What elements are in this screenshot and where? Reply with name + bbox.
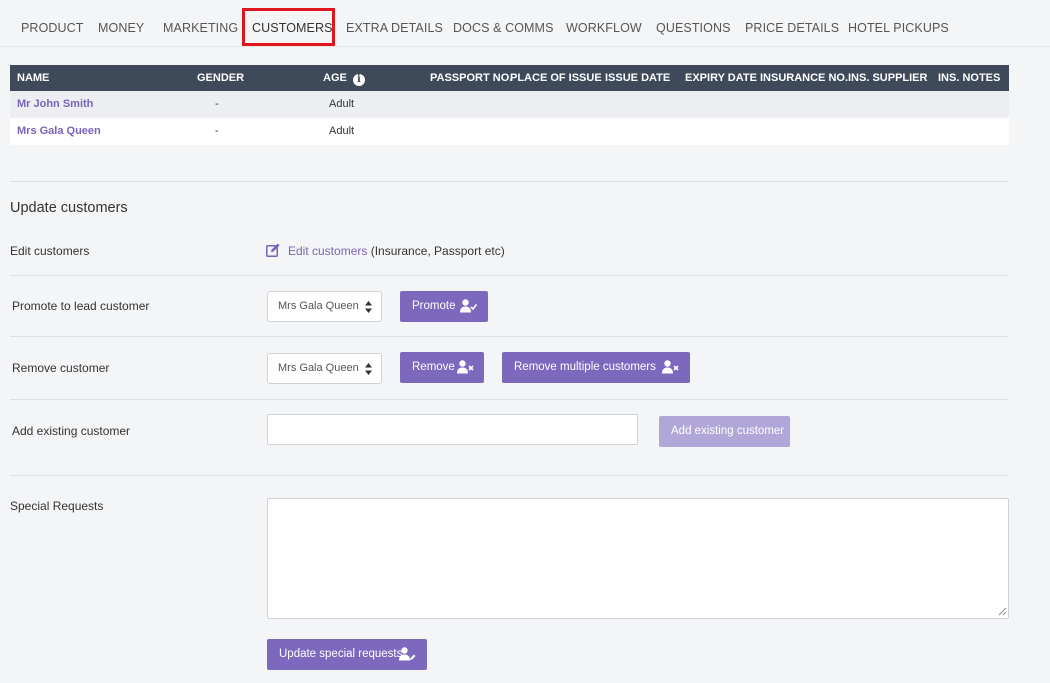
tab-extra-details[interactable]: EXTRA DETAILS	[346, 8, 443, 46]
header-age: AGE i	[323, 65, 365, 91]
add-existing-customer-label: Add existing customer	[12, 424, 131, 438]
table-row: Mrs Gala Queen - Adult	[10, 118, 1009, 145]
add-existing-customer-button[interactable]: Add existing customer	[659, 416, 790, 447]
edit-customers-row: Edit customers (Insurance, Passport etc)	[266, 243, 505, 258]
tab-product[interactable]: PRODUCT	[21, 8, 84, 46]
user-remove-icon	[662, 360, 679, 374]
table-row: Mr John Smith - Adult	[10, 91, 1009, 118]
remove-multiple-button-label: Remove multiple customers	[514, 361, 656, 373]
remove-button-label: Remove	[412, 361, 455, 373]
select-arrows-icon	[365, 363, 372, 375]
tab-workflow[interactable]: WORKFLOW	[566, 8, 642, 46]
tab-bar: PRODUCT MONEY MARKETING CUSTOMERS EXTRA …	[0, 0, 1050, 47]
special-requests-label: Special Requests	[10, 499, 104, 513]
promote-label: Promote to lead customer	[12, 299, 150, 313]
header-issue-date: ISSUE DATE	[605, 72, 671, 84]
remove-customer-select[interactable]: Mrs Gala Queen	[267, 353, 382, 384]
customers-table: NAME GENDER AGE i PASSPORT NO. PLACE OF I…	[10, 65, 1009, 145]
resize-grip-icon[interactable]	[997, 606, 1007, 616]
row-divider	[10, 475, 1009, 476]
header-expiry-date: EXPIRY DATE	[685, 72, 757, 84]
update-special-button-label: Update special requests	[279, 648, 403, 660]
promote-button-label: Promote	[412, 300, 456, 312]
tab-money[interactable]: MONEY	[98, 8, 144, 46]
promote-select-value: Mrs Gala Queen	[278, 300, 359, 312]
tab-hotel-pickups[interactable]: HOTEL PICKUPS	[848, 8, 949, 46]
edit-customers-note: (Insurance, Passport etc)	[367, 244, 505, 258]
tab-price-details[interactable]: PRICE DETAILS	[745, 8, 839, 46]
header-insurance-no: INSURANCE NO.	[760, 72, 849, 84]
customer-age: Adult	[329, 125, 355, 137]
info-icon[interactable]: i	[352, 74, 365, 86]
remove-customer-label: Remove customer	[12, 361, 110, 375]
section-divider	[10, 181, 1009, 182]
header-name: NAME	[17, 72, 50, 84]
update-customers-title: Update customers	[10, 200, 128, 216]
customer-gender: -	[215, 125, 219, 137]
header-ins-notes: INS. NOTES	[938, 72, 1001, 84]
row-divider	[10, 399, 1009, 400]
edit-customers-label: Edit customers	[10, 244, 90, 258]
customer-age: Adult	[329, 98, 355, 110]
header-gender: GENDER	[197, 72, 245, 84]
tab-marketing[interactable]: MARKETING	[163, 8, 238, 46]
customer-name-link[interactable]: Mr John Smith	[17, 91, 93, 118]
header-age-label: AGE	[323, 72, 347, 84]
remove-multiple-customers-button[interactable]: Remove multiple customers	[502, 352, 690, 383]
header-place-of-issue: PLACE OF ISSUE	[510, 72, 602, 84]
user-edit-icon	[399, 647, 416, 661]
customer-name-link[interactable]: Mrs Gala Queen	[17, 118, 101, 145]
row-divider	[10, 336, 1009, 337]
special-requests-textarea[interactable]	[267, 498, 1009, 619]
promote-customer-select[interactable]: Mrs Gala Queen	[267, 291, 382, 322]
remove-select-value: Mrs Gala Queen	[278, 362, 359, 374]
update-special-requests-button[interactable]: Update special requests	[267, 639, 427, 670]
select-arrows-icon	[365, 301, 372, 313]
row-divider	[10, 275, 1009, 276]
header-passport: PASSPORT NO.	[430, 72, 513, 84]
promote-button[interactable]: Promote	[400, 291, 488, 322]
user-remove-icon	[457, 360, 474, 374]
header-ins-supplier: INS. SUPPLIER	[848, 72, 928, 84]
remove-button[interactable]: Remove	[400, 352, 484, 383]
edit-customers-link[interactable]: Edit customers	[288, 244, 367, 258]
add-existing-customer-input[interactable]	[267, 414, 638, 445]
active-tab-highlight	[242, 8, 335, 46]
tab-questions[interactable]: QUESTIONS	[656, 8, 731, 46]
table-header: NAME GENDER AGE i PASSPORT NO. PLACE OF I…	[10, 65, 1009, 91]
edit-icon[interactable]	[266, 243, 281, 257]
user-check-icon	[460, 299, 477, 313]
tab-docs-comms[interactable]: DOCS & COMMS	[453, 8, 554, 46]
customer-gender: -	[215, 98, 219, 110]
